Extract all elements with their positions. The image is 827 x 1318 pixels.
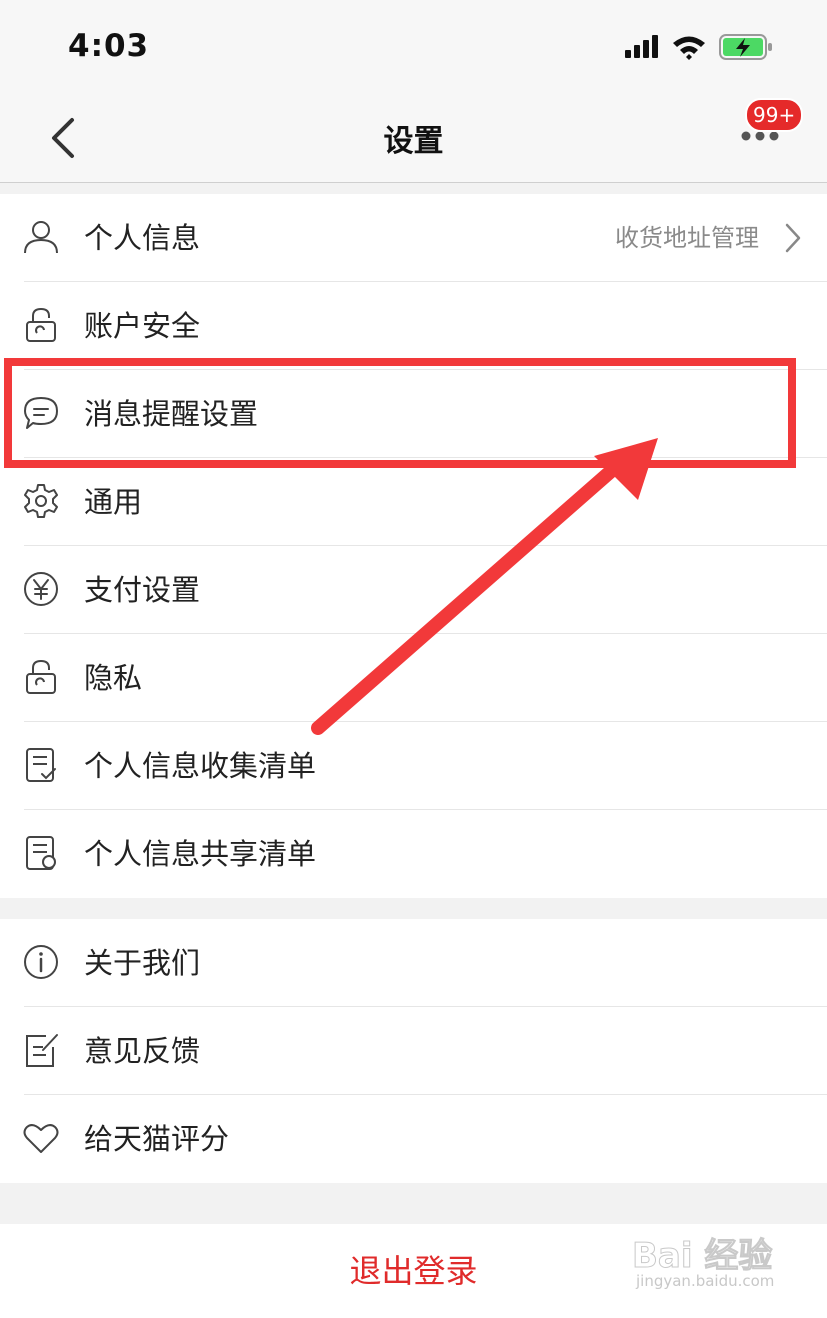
row-personal-info-sharing-list[interactable]: 个人信息共享清单: [0, 810, 827, 898]
row-label: 关于我们: [84, 946, 201, 980]
row-payment-settings[interactable]: 支付设置: [0, 546, 827, 634]
address-management-link[interactable]: 收货地址管理: [615, 194, 759, 282]
row-about-us[interactable]: 关于我们: [0, 919, 827, 1007]
row-personal-info-collection-list[interactable]: 个人信息收集清单: [0, 722, 827, 810]
status-icons: [625, 34, 772, 60]
row-label: 意见反馈: [84, 1034, 201, 1068]
lock-icon: [26, 307, 56, 342]
gear-icon: [24, 484, 58, 518]
battery-icon: [719, 34, 772, 60]
highlight-box: [4, 358, 796, 468]
info-icon: [24, 945, 58, 979]
yen-icon: [24, 572, 58, 606]
nav-bar: 设置: [0, 92, 827, 183]
row-rate-tmall[interactable]: 给天猫评分: [0, 1095, 827, 1183]
heart-icon: [23, 1124, 59, 1153]
wifi-icon: [673, 36, 705, 60]
baidu-watermark: Bai 经验 jingyan.baidu.com: [631, 1228, 812, 1298]
row-privacy[interactable]: 隐私: [0, 634, 827, 722]
settings-section-main: 个人信息 收货地址管理 账户安全 消息提醒设置 通用 支付设置 隐私 个人信息收…: [0, 194, 827, 898]
chevron-right-icon: [785, 223, 801, 253]
edit-icon: [26, 1034, 58, 1067]
notification-badge: 99+: [745, 98, 804, 132]
page-title: 设置: [383, 124, 444, 159]
row-label: 通用: [84, 485, 143, 519]
watermark-logo-text: Bai 经验: [631, 1236, 773, 1277]
document-icon: [26, 836, 56, 870]
row-account-security[interactable]: 账户安全: [0, 282, 827, 370]
status-bar: 4:03: [0, 0, 827, 92]
row-label: 个人信息共享清单: [84, 837, 317, 871]
row-personal-info[interactable]: 个人信息 收货地址管理: [0, 194, 827, 282]
row-label: 个人信息: [84, 221, 201, 255]
row-label: 个人信息收集清单: [84, 749, 317, 783]
row-label: 隐私: [84, 661, 143, 695]
user-icon: [24, 221, 58, 254]
row-label: 支付设置: [84, 573, 201, 607]
watermark-url: jingyan.baidu.com: [636, 1272, 775, 1290]
status-time: 4:03: [68, 28, 150, 64]
settings-section-about: 关于我们 意见反馈 给天猫评分: [0, 919, 827, 1183]
checklist-icon: [26, 748, 56, 782]
lock-icon: [26, 659, 56, 694]
row-general[interactable]: 通用: [0, 458, 827, 546]
row-label: 账户安全: [84, 309, 201, 343]
row-feedback[interactable]: 意见反馈: [0, 1007, 827, 1095]
row-label: 给天猫评分: [84, 1122, 230, 1156]
cellular-signal-icon: [625, 35, 658, 58]
